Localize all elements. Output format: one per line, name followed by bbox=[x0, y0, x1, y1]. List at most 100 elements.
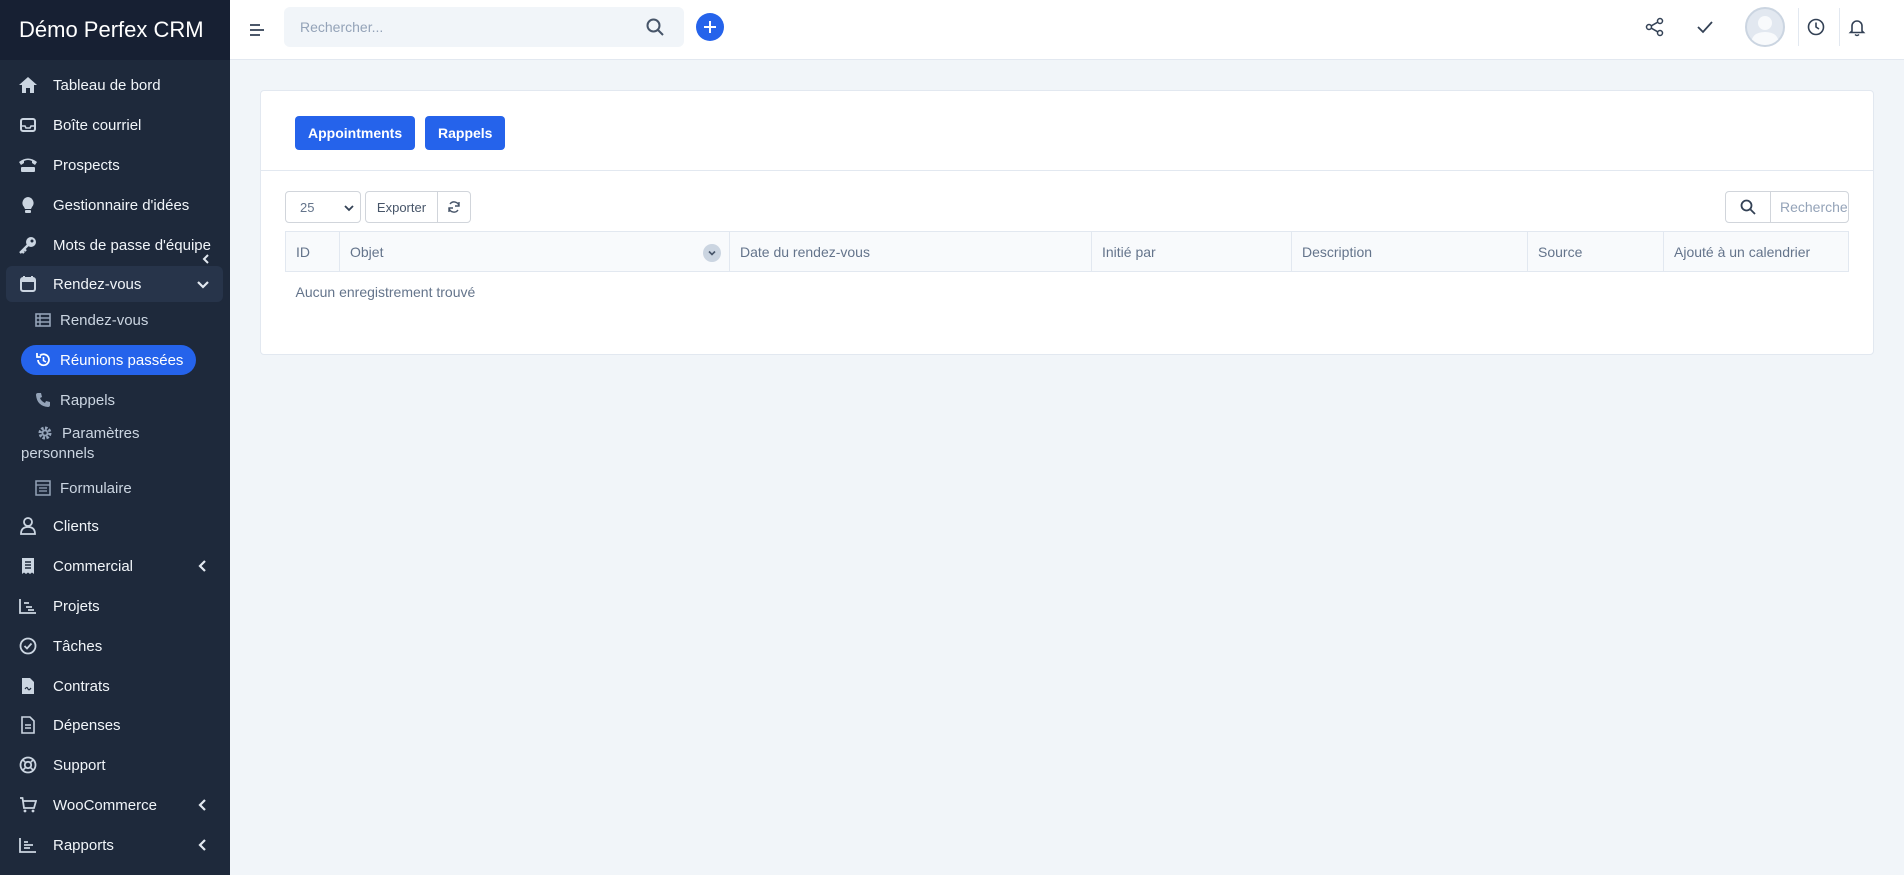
subitem-personal-settings[interactable]: Paramètres personnels bbox=[21, 424, 171, 468]
sidebar-item-mailbox[interactable]: Boîte courriel bbox=[6, 107, 223, 143]
page-size-select[interactable]: 25 bbox=[285, 191, 361, 223]
chevron-left-icon bbox=[195, 797, 211, 813]
subitem-label: Formulaire bbox=[60, 479, 132, 497]
column-header-subject[interactable]: Objet bbox=[339, 231, 730, 272]
search-icon[interactable] bbox=[1726, 192, 1771, 222]
sidebar-item-label: Commercial bbox=[53, 557, 134, 575]
history-icon bbox=[34, 351, 52, 369]
chevron-left-icon bbox=[201, 251, 211, 264]
sidebar-item-appointments[interactable]: Rendez-vous bbox=[6, 266, 223, 302]
sidebar-item-tasks[interactable]: Tâches bbox=[6, 628, 223, 664]
plus-icon bbox=[704, 21, 716, 33]
column-header-label: Objet bbox=[350, 243, 384, 260]
appointments-tab-button[interactable]: Appointments bbox=[295, 116, 416, 150]
table-search bbox=[1725, 191, 1849, 223]
table-toolbar: 25 Exporter bbox=[285, 191, 1849, 223]
sidebar-item-support[interactable]: Support bbox=[6, 747, 223, 783]
subitem-appointments[interactable]: Rendez-vous bbox=[21, 305, 148, 335]
sidebar-item-clients[interactable]: Clients bbox=[6, 508, 223, 544]
sidebar-item-contracts[interactable]: Contrats bbox=[6, 668, 223, 704]
sidebar-item-ideas[interactable]: Gestionnaire d'idées bbox=[6, 187, 223, 223]
receipt-icon bbox=[17, 555, 39, 577]
sidebar-item-sales[interactable]: Commercial bbox=[6, 548, 223, 584]
table-row: Aucun enregistrement trouvé bbox=[286, 272, 1849, 312]
topbar bbox=[230, 0, 1904, 60]
search-icon[interactable] bbox=[646, 18, 664, 36]
avatar[interactable] bbox=[1745, 7, 1785, 47]
app-title[interactable]: Démo Perfex CRM bbox=[0, 0, 230, 60]
chevron-down-icon bbox=[195, 276, 211, 292]
appointments-panel: Appointments Rappels 25 Exporter ID Obje… bbox=[260, 90, 1874, 355]
appointments-table: ID Objet Date du rendez-vous Initié par … bbox=[285, 231, 1849, 312]
sidebar-item-label: Tableau de bord bbox=[53, 76, 161, 94]
sidebar-item-label: Dépenses bbox=[53, 716, 121, 734]
subitem-label: Réunions passées bbox=[60, 351, 184, 369]
refresh-icon bbox=[448, 201, 460, 213]
chevron-left-icon bbox=[195, 837, 211, 853]
divider bbox=[1839, 8, 1840, 46]
sidebar-item-projects[interactable]: Projets bbox=[6, 588, 223, 624]
sidebar: Démo Perfex CRM Tableau de bord Boîte co… bbox=[0, 0, 230, 875]
sidebar-item-label: Rendez-vous bbox=[53, 275, 142, 293]
lightbulb-icon bbox=[17, 194, 39, 216]
empty-table-message: Aucun enregistrement trouvé bbox=[295, 283, 476, 300]
sidebar-item-label: Clients bbox=[53, 517, 99, 535]
sidebar-item-label: Prospects bbox=[53, 156, 120, 174]
refresh-button[interactable] bbox=[437, 191, 471, 223]
sidebar-item-leads[interactable]: Prospects bbox=[6, 147, 223, 183]
column-header-appointment-date[interactable]: Date du rendez-vous bbox=[729, 231, 1092, 272]
sidebar-item-label: Mots de passe d'équipe bbox=[53, 236, 211, 254]
sidebar-item-label: Tâches bbox=[53, 637, 103, 655]
sidebar-item-label: Gestionnaire d'idées bbox=[53, 196, 190, 214]
sidebar-item-woocommerce[interactable]: WooCommerce bbox=[6, 787, 223, 823]
column-header-id[interactable]: ID bbox=[285, 231, 340, 272]
reminders-tab-button[interactable]: Rappels bbox=[425, 116, 506, 150]
sidebar-item-label: WooCommerce bbox=[53, 796, 157, 814]
panel-header: Appointments Rappels bbox=[261, 91, 1873, 171]
subitem-reminders[interactable]: Rappels bbox=[21, 385, 115, 415]
table-icon bbox=[34, 311, 52, 329]
sidebar-item-reports[interactable]: Rapports bbox=[6, 827, 223, 863]
global-search-input[interactable] bbox=[284, 7, 684, 47]
page-size-value: 25 bbox=[300, 199, 315, 215]
column-header-initiated-by[interactable]: Initié par bbox=[1091, 231, 1292, 272]
column-header-description[interactable]: Description bbox=[1291, 231, 1528, 272]
clock-icon[interactable] bbox=[1806, 17, 1826, 37]
chevron-down-icon bbox=[343, 202, 355, 214]
lifebuoy-icon bbox=[17, 754, 39, 776]
chevron-left-icon bbox=[195, 558, 211, 574]
divider bbox=[1798, 8, 1799, 46]
quick-create-button[interactable] bbox=[696, 13, 724, 41]
bar-chart-icon bbox=[17, 834, 39, 856]
global-search bbox=[284, 7, 684, 47]
export-button[interactable]: Exporter bbox=[365, 191, 438, 223]
share-icon[interactable] bbox=[1645, 17, 1665, 37]
column-header-source[interactable]: Source bbox=[1527, 231, 1664, 272]
sort-desc-icon[interactable] bbox=[703, 244, 721, 262]
subitem-past-meetings[interactable]: Réunions passées bbox=[21, 345, 196, 375]
menu-toggle-icon[interactable] bbox=[247, 20, 267, 40]
document-icon bbox=[17, 714, 39, 736]
sidebar-item-team-passwords[interactable]: Mots de passe d'équipe bbox=[6, 227, 223, 264]
phone-icon bbox=[34, 391, 52, 409]
sidebar-item-label: Contrats bbox=[53, 677, 110, 695]
tty-icon bbox=[17, 154, 39, 176]
subitem-form[interactable]: Formulaire bbox=[21, 473, 132, 503]
sidebar-item-label: Boîte courriel bbox=[53, 116, 142, 134]
check-circle-icon bbox=[17, 635, 39, 657]
home-icon bbox=[17, 74, 39, 96]
sidebar-item-label: Projets bbox=[53, 597, 100, 615]
table-search-input[interactable] bbox=[1771, 192, 1848, 222]
bell-icon[interactable] bbox=[1847, 17, 1867, 37]
checkmark-icon[interactable] bbox=[1695, 17, 1715, 37]
user-icon bbox=[17, 515, 39, 537]
column-header-added-to-calendar[interactable]: Ajouté à un calendrier bbox=[1663, 231, 1849, 272]
gear-icon bbox=[36, 424, 54, 442]
sidebar-item-dashboard[interactable]: Tableau de bord bbox=[6, 67, 223, 103]
sidebar-item-label: Support bbox=[53, 756, 106, 774]
file-icon bbox=[17, 675, 39, 697]
sidebar-item-expenses[interactable]: Dépenses bbox=[6, 707, 223, 743]
form-icon bbox=[34, 479, 52, 497]
table-header-row: ID Objet Date du rendez-vous Initié par … bbox=[285, 231, 1849, 272]
subitem-label: Rendez-vous bbox=[60, 311, 149, 329]
